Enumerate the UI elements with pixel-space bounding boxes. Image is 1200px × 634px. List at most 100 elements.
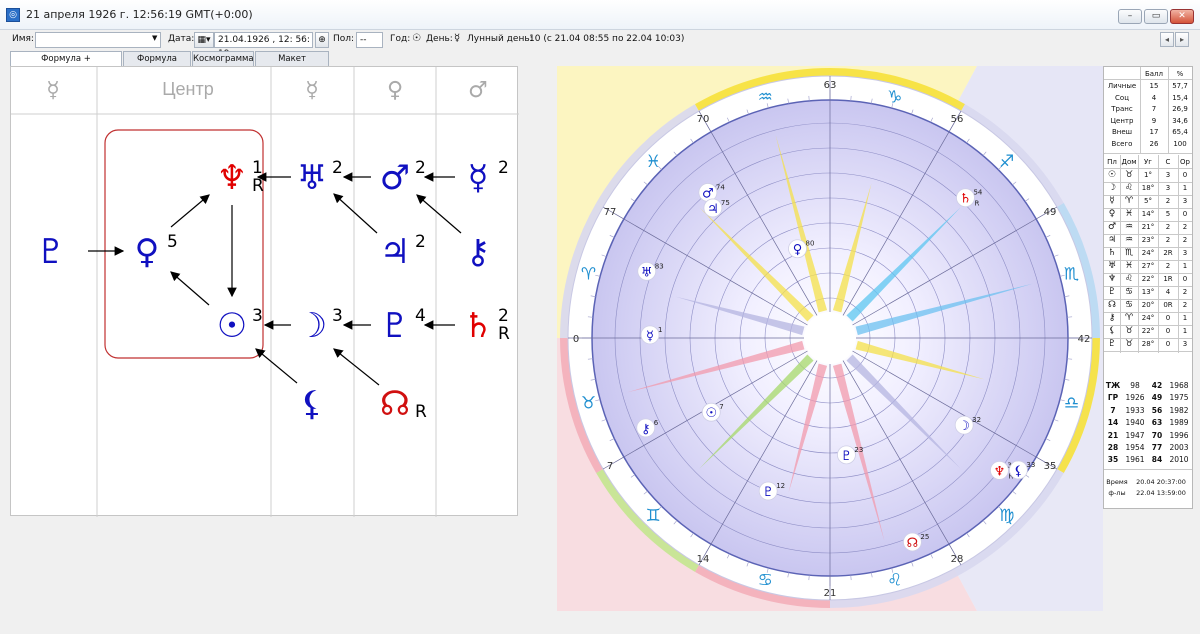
saturn-retro: R (498, 324, 510, 344)
score-cell: Внеш (1111, 128, 1133, 136)
name-input[interactable] (35, 32, 161, 48)
planet-table-header: Дом (1121, 158, 1137, 166)
planet-table-glyph: ♉ (1124, 326, 1134, 336)
planet-icon: ♇ (841, 449, 853, 464)
header-mercury: ☿ (46, 78, 60, 103)
formula-node-node: ☊ R (380, 384, 427, 424)
cusp-label: 14 (697, 554, 710, 565)
planet-icon: ⚸ (1014, 464, 1024, 479)
cusp-label: 28 (951, 554, 964, 565)
proserpina-icon: ♇ (36, 232, 66, 272)
years-cell: 1996 (1169, 430, 1189, 440)
planet-icon: ♀ (793, 243, 803, 258)
planet-label: 80 (806, 240, 815, 248)
maximize-button[interactable]: ▭ (1144, 9, 1168, 24)
pluto-icon: ♇ (380, 306, 410, 346)
years-cell: 1989 (1169, 418, 1189, 428)
planet-table-glyph: ♌ (1124, 183, 1134, 193)
chevron-down-icon[interactable]: ▼ (152, 34, 157, 42)
date-label: Дата: (168, 34, 195, 44)
planet-table-glyph: ♉ (1124, 339, 1134, 349)
years-cell: 1968 (1169, 381, 1189, 390)
zodiac-sign-icon: ♊ (646, 506, 661, 526)
moon-icon: ☽ (297, 306, 327, 346)
neptune-count: 1 (252, 158, 263, 178)
planet-icon: ☿ (646, 329, 654, 344)
score-cell: 65,4 (1172, 128, 1188, 136)
formula-arrows (88, 172, 462, 386)
next-button[interactable]: ▸ (1175, 32, 1189, 47)
zodiac-sign-icon: ♒ (758, 88, 773, 108)
sun-icon: ☉ (412, 33, 421, 44)
planet-table-cell: 2R (1163, 249, 1173, 257)
zodiac-sign-icon: ♍ (999, 506, 1014, 526)
title-bar: ◎ 21 апреля 1926 г. 12:56:19 GMT(+0:00) … (0, 0, 1200, 30)
score-cell: 9 (1151, 116, 1157, 125)
planet-table-header: Пл (1107, 158, 1117, 166)
planet-table-header: С (1165, 158, 1171, 166)
score-cell: 15 (1149, 82, 1159, 90)
gender-select[interactable]: -- (356, 32, 383, 48)
years-cell: 7 (1110, 405, 1116, 415)
planet-table-glyph: ☊ (1108, 300, 1116, 310)
planet-table-cell: 3 (1165, 184, 1171, 192)
planet-table-cell: 24° (1141, 314, 1155, 322)
cusp-label: 35 (1044, 461, 1057, 472)
formula-panel: ☿ Центр ☿ ♀ ♂ ♆ 1 R ♅ 2 ♂ 2 ☿ 2 ♇ ♀ 5 ♃ … (10, 66, 519, 517)
gender-label: Пол: (333, 34, 355, 44)
score-cell: Центр (1110, 116, 1134, 125)
planet-label: 83 (655, 262, 664, 270)
planet-table-cell: 1 (1182, 262, 1188, 270)
close-button[interactable]: ✕ (1170, 9, 1194, 24)
tab-formula-cosmogram[interactable]: Формула + Космограмма (10, 51, 122, 78)
header-mercury-2: ☿ (305, 78, 319, 103)
tab-cosmogram[interactable]: Космограмма (192, 51, 254, 66)
planet-table-glyph: ♈ (1124, 313, 1134, 323)
score-cell: Личные (1107, 82, 1137, 90)
cusp-label: 70 (697, 114, 710, 125)
time-value: 22.04 13:59:00 (1136, 489, 1186, 497)
cusp-label: 49 (1044, 207, 1057, 218)
score-header: Балл (1144, 70, 1164, 78)
formula-node-uranus: ♅ 2 (297, 158, 343, 198)
planet-label: 74 (716, 183, 725, 191)
planet-table-cell: 13° (1141, 288, 1155, 296)
planet-table-cell: 1 (1182, 327, 1188, 335)
score-cell: Всего (1111, 139, 1133, 148)
planet-table-cell: 22° (1141, 327, 1155, 335)
formula-node-lilith: ⚸ (300, 384, 325, 424)
name-label: Имя: (12, 34, 34, 44)
tab-soul-formula[interactable]: Формула Души (123, 51, 191, 78)
tab-page-layout[interactable]: Макет страницы (255, 51, 329, 78)
planet-icon: ♅ (641, 265, 653, 280)
planet-retro: R (974, 200, 979, 208)
planet-table-cell: 22° (1141, 275, 1155, 283)
lilith-icon: ⚸ (300, 384, 325, 424)
years-cell: ГР (1107, 393, 1119, 403)
toolbar: Имя: ▼ Дата: ▦▾ 21.04.1926 , 12: 56: 19 … (0, 30, 1200, 59)
planet-table-glyph: ♅ (1107, 261, 1117, 271)
planet-table-glyph: ♒ (1124, 235, 1134, 245)
years-cell: 1975 (1169, 393, 1189, 403)
zodiac-sign-icon: ♏ (1064, 264, 1079, 284)
saturn-icon: ♄ (463, 306, 493, 346)
formula-node-saturn: ♄ 2R (463, 306, 510, 346)
planet-table-cell: 0 (1182, 171, 1188, 179)
zodiac-sign-icon: ♈ (581, 264, 596, 284)
time-value: 20.04 20:37:00 (1136, 478, 1186, 486)
score-cell: 17 (1149, 128, 1159, 136)
planet-table-glyph: ☉ (1107, 170, 1117, 180)
prev-button[interactable]: ◂ (1160, 32, 1174, 47)
mars-count: 2 (415, 158, 426, 178)
sun-count: 3 (252, 306, 263, 326)
formula-node-venus: ♀ 5 (135, 232, 178, 272)
planet-table-glyph: ♈ (1124, 196, 1134, 206)
planet-table-cell: 2 (1165, 236, 1171, 244)
calendar-icon[interactable]: ▦▾ (194, 32, 214, 48)
planet-label: 23 (854, 446, 863, 454)
date-input[interactable]: 21.04.1926 , 12: 56: 19 (214, 32, 313, 59)
globe-icon[interactable]: ⊕ (315, 32, 329, 48)
years-cell: 56 (1151, 405, 1163, 415)
minimize-button[interactable]: – (1118, 9, 1142, 24)
planet-table-cell: 5 (1165, 210, 1171, 218)
